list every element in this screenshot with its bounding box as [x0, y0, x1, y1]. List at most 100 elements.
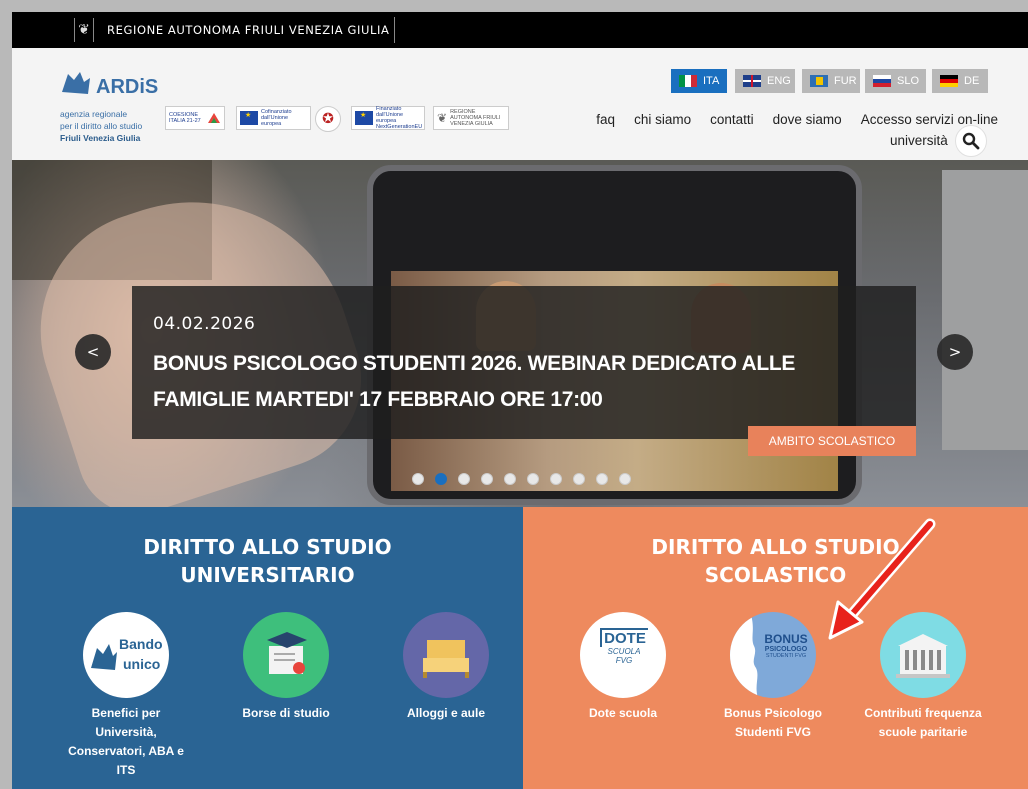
lang-label: FUR [834, 75, 857, 87]
lang-de[interactable]: DE [932, 69, 988, 93]
unico-text: unico [123, 656, 161, 672]
studenti-fvg-text: STUDENTI FVG [765, 653, 807, 659]
ardis-subtitle-line: Friuli Venezia Giulia [60, 133, 141, 143]
dote-scuola-mark: DOTE SCUOLA FVG [600, 628, 648, 665]
friuli-flag-icon [810, 75, 828, 87]
dote-text: DOTE [600, 628, 648, 647]
regione-title[interactable]: REGIONE AUTONOMA FRIULI VENEZIA GIULIA [107, 23, 389, 37]
slider-prev-button[interactable]: < [75, 334, 111, 370]
service-benefici[interactable]: Bando unico Benefici per Università, Con… [61, 612, 191, 780]
slider-dot[interactable] [527, 473, 539, 485]
search-icon [962, 132, 980, 150]
service-label: Benefici per Università, Conservatori, A… [68, 706, 184, 777]
lang-label: ITA [703, 75, 720, 87]
lang-label: DE [964, 75, 980, 87]
regione-divider [394, 17, 395, 43]
service-dote-scuola[interactable]: DOTE SCUOLA FVG Dote scuola [558, 612, 688, 723]
uk-flag-icon [743, 75, 761, 87]
nav-contatti[interactable]: contatti [710, 112, 754, 127]
eu-flag-icon [355, 111, 373, 125]
germany-flag-icon [940, 75, 958, 87]
lang-slo[interactable]: SLO [865, 69, 926, 93]
regione-eagle-small-icon: ❦ [437, 111, 448, 125]
hero-slider: 04.02.2026 BONUS PSICOLOGO STUDENTI 2026… [12, 160, 1028, 507]
panel-title: DIRITTO ALLO STUDIO UNIVERSITARIO [12, 533, 523, 589]
fvg-text: FVG [615, 656, 633, 665]
slider-dot[interactable] [412, 473, 424, 485]
bed-shape-icon [423, 640, 469, 678]
nav-chi-siamo[interactable]: chi siamo [634, 112, 691, 127]
slide-category-tag[interactable]: AMBITO SCOLASTICO [748, 426, 916, 456]
partner-logo-nextgen[interactable]: Finanziato dall'Unione europea NextGener… [351, 106, 425, 130]
annotation-arrow-icon [828, 518, 936, 640]
graduation-diploma-icon [243, 612, 329, 698]
nav-dove-siamo[interactable]: dove siamo [773, 112, 842, 127]
ardis-mark-icon [91, 644, 117, 670]
panel-title-line: DIRITTO ALLO STUDIO [651, 535, 900, 559]
partner-text: Cofinanziato dall'Unione europea [261, 109, 292, 127]
partner-text: Finanziato dall'Unione europea NextGener… [376, 106, 423, 130]
slider-dot[interactable] [481, 473, 493, 485]
slider-dot[interactable] [458, 473, 470, 485]
bonus-text: BONUS [764, 632, 808, 646]
slider-dot[interactable] [619, 473, 631, 485]
slider-dot-active[interactable] [435, 473, 447, 485]
nav-universita[interactable]: università [890, 133, 948, 148]
slovenia-flag-icon [873, 75, 891, 87]
partner-logo-regione[interactable]: ❦ REGIONE AUTONOMA FRIULI VENEZIA GIULIA [433, 106, 509, 130]
service-label: Alloggi e aule [406, 706, 485, 720]
search-button[interactable] [955, 125, 987, 157]
dote-scuola-icon: DOTE SCUOLA FVG [580, 612, 666, 698]
hero-bg-window [942, 170, 1028, 450]
bando-text: Bando [119, 636, 163, 652]
italy-flag-icon [679, 75, 697, 87]
panel-title-line: UNIVERSITARIO [180, 563, 355, 587]
slider-dot[interactable] [596, 473, 608, 485]
lang-eng[interactable]: ENG [735, 69, 795, 93]
partner-logo-coesione[interactable]: COESIONE ITALIA 21-27 [165, 106, 225, 130]
slider-dot[interactable] [573, 473, 585, 485]
bonus-psicologo-icon: BONUS PSICOLOGO STUDENTI FVG [730, 612, 816, 698]
psicologo-text: PSICOLOGO [764, 646, 808, 653]
slide-caption[interactable]: 04.02.2026 BONUS PSICOLOGO STUDENTI 2026… [132, 286, 916, 439]
slider-dots [412, 473, 631, 485]
lang-ita[interactable]: ITA [671, 69, 727, 93]
lang-label: SLO [897, 75, 920, 87]
panel-title-line: DIRITTO ALLO STUDIO [143, 535, 392, 559]
lang-label: ENG [767, 75, 791, 87]
service-label: Borse di studio [242, 706, 330, 720]
service-label: Contributi frequenza scuole paritarie [864, 706, 982, 739]
service-borse[interactable]: Borse di studio [221, 612, 351, 723]
partner-text: COESIONE ITALIA 21-27 [169, 112, 201, 124]
diploma-icon [267, 632, 307, 674]
italy-emblem-icon[interactable]: ✪ [315, 106, 341, 132]
site-header: ARDiS agenzia regionale per il diritto a… [12, 48, 1028, 160]
ardis-wordmark: ARDiS [96, 76, 159, 98]
regione-eagle-icon[interactable]: ❦ [74, 18, 94, 42]
slider-next-button[interactable]: > [937, 334, 973, 370]
slide-title[interactable]: BONUS PSICOLOGO STUDENTI 2026. WEBINAR D… [153, 346, 893, 418]
nav-faq[interactable]: faq [596, 112, 615, 127]
slide-date: 04.02.2026 [153, 314, 256, 334]
bando-unico-icon: Bando unico [83, 612, 169, 698]
page-frame: ❦ REGIONE AUTONOMA FRIULI VENEZIA GIULIA… [12, 12, 1028, 789]
service-label: Bonus Psicologo Studenti FVG [723, 706, 822, 739]
eu-flag-icon [240, 111, 258, 125]
scuola-text: SCUOLA [607, 647, 641, 656]
slider-dot[interactable] [504, 473, 516, 485]
partner-logo-cofinanziato[interactable]: Cofinanziato dall'Unione europea [236, 106, 311, 130]
ardis-subtitle-line: agenzia regionale [60, 109, 128, 119]
service-label: Dote scuola [588, 706, 657, 720]
slider-dot[interactable] [550, 473, 562, 485]
panel-scolastico: DIRITTO ALLO STUDIO SCOLASTICO DOTE SCUO… [523, 507, 1028, 789]
partner-text: REGIONE AUTONOMA FRIULI VENEZIA GIULIA [450, 109, 501, 127]
panel-title: DIRITTO ALLO STUDIO SCOLASTICO [523, 533, 1028, 589]
ardis-mark-icon [62, 72, 90, 94]
bonus-mark: BONUS PSICOLOGO STUDENTI FVG [760, 632, 812, 659]
service-alloggi[interactable]: Alloggi e aule [381, 612, 511, 723]
coesione-chevron-icon [208, 113, 220, 123]
regione-bar: ❦ REGIONE AUTONOMA FRIULI VENEZIA GIULIA [12, 12, 1028, 48]
lang-fur[interactable]: FUR [802, 69, 860, 93]
nav-accesso-servizi[interactable]: Accesso servizi on-line [861, 112, 998, 127]
ardis-subtitle-line: per il diritto allo studio [60, 121, 143, 131]
